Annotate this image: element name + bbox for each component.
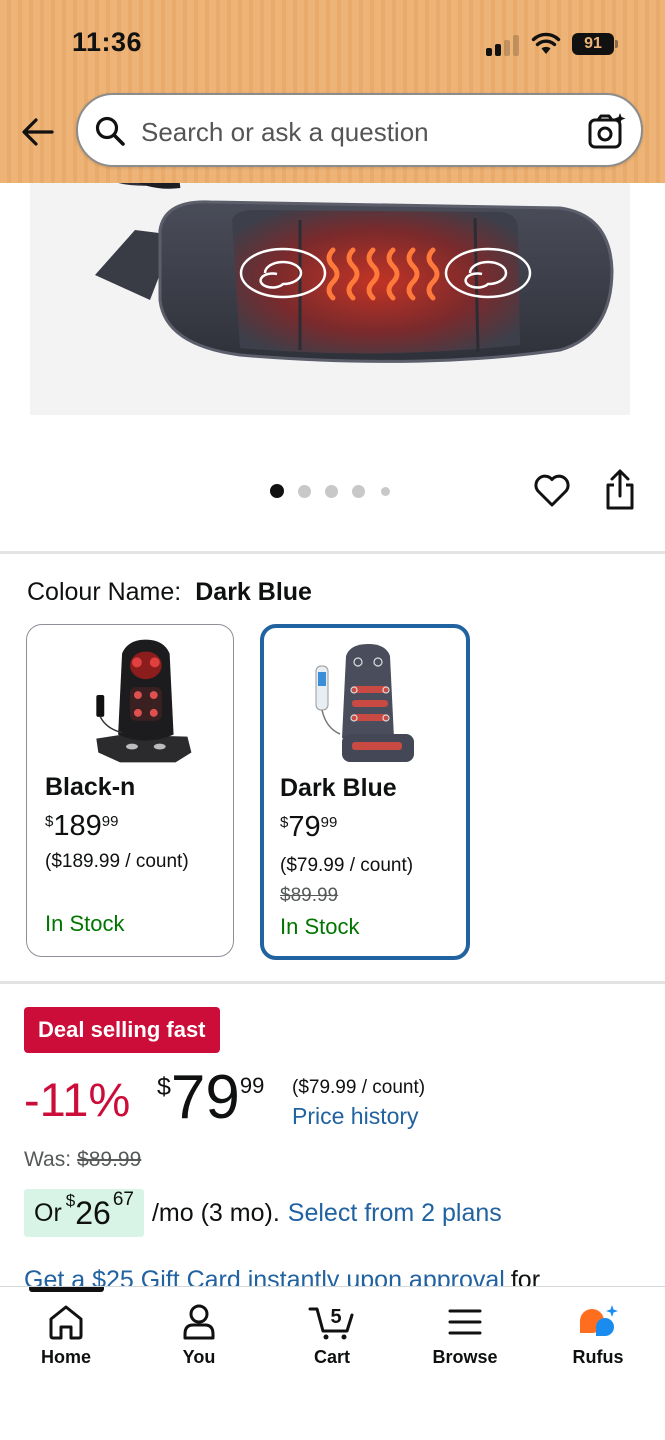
variant-name: Dark Blue bbox=[280, 774, 397, 802]
search-input[interactable]: Search or ask a question bbox=[141, 117, 429, 148]
nav-home[interactable]: Home bbox=[11, 1303, 121, 1368]
currency-symbol: $ bbox=[45, 813, 54, 830]
section-divider bbox=[0, 981, 665, 984]
currency-symbol: $ bbox=[65, 1190, 76, 1210]
variant-unit-price: ($79.99 / count) bbox=[280, 855, 414, 876]
variant-name: Black-n bbox=[45, 773, 136, 801]
variant-stock-status: In Stock bbox=[280, 914, 360, 939]
price-cents: 99 bbox=[101, 813, 119, 830]
discount-percent: -11% bbox=[24, 1073, 131, 1126]
carousel-dot[interactable] bbox=[325, 485, 338, 498]
unit-price: ($79.99 / count) bbox=[292, 1077, 426, 1098]
cart-icon: 5 bbox=[308, 1306, 354, 1340]
search-bar[interactable]: Search or ask a question bbox=[76, 93, 643, 167]
active-tab-indicator bbox=[29, 1287, 104, 1292]
rufus-icon bbox=[580, 1305, 618, 1336]
nav-label: Browse bbox=[432, 1347, 498, 1367]
price-history-link[interactable]: Price history bbox=[292, 1103, 419, 1130]
variant-price: $18999 bbox=[45, 810, 118, 843]
colour-label: Colour Name: bbox=[27, 578, 182, 606]
nav-rufus[interactable]: Rufus bbox=[543, 1303, 653, 1368]
variant-was-price: $89.99 bbox=[280, 885, 339, 906]
cellular-signal-icon bbox=[486, 34, 520, 56]
installment-row: Or $26 67 /mo (3 mo). Select from 2 plans bbox=[24, 1189, 502, 1237]
colour-name-row: Colour Name: Dark Blue bbox=[27, 578, 312, 607]
select-plans-link[interactable]: Select from 2 plans bbox=[288, 1199, 502, 1228]
nav-label: Cart bbox=[313, 1347, 350, 1367]
deal-badge: Deal selling fast bbox=[24, 1007, 220, 1053]
price-cents: 99 bbox=[320, 814, 338, 831]
variant-thumbnail bbox=[315, 644, 414, 762]
nav-label: Rufus bbox=[572, 1347, 624, 1367]
nav-label: Home bbox=[40, 1347, 91, 1367]
installment-prefix: Or bbox=[34, 1198, 62, 1227]
app-header: 11:36 91 Search or ask a question bbox=[0, 0, 665, 183]
bottom-navigation: Home You 5 Cart Browse Rufus bbox=[0, 1286, 665, 1440]
carousel-dot[interactable] bbox=[381, 487, 390, 496]
section-divider bbox=[0, 551, 665, 554]
installment-whole: 26 bbox=[75, 1194, 111, 1231]
currency-symbol: $ bbox=[157, 1073, 171, 1101]
variant-swatch-dark-blue[interactable]: Dark Blue $7999 ($79.99 / count) $89.99 … bbox=[260, 624, 470, 960]
variant-unit-price: ($189.99 / count) bbox=[45, 851, 189, 872]
was-price-row: Was: $89.99 bbox=[24, 1148, 141, 1172]
colour-value: Dark Blue bbox=[195, 578, 312, 606]
main-price: $7999 bbox=[157, 1067, 264, 1129]
battery-icon: 91 bbox=[572, 33, 614, 55]
home-icon bbox=[49, 1305, 83, 1340]
search-icon[interactable] bbox=[94, 115, 126, 147]
product-image[interactable] bbox=[0, 160, 665, 430]
cart-count-badge: 5 bbox=[330, 1306, 341, 1328]
price-cents: 99 bbox=[239, 1073, 265, 1098]
price-whole: 79 bbox=[288, 811, 321, 843]
heart-icon[interactable] bbox=[532, 470, 572, 510]
was-label: Was: bbox=[24, 1148, 72, 1171]
price-whole: 79 bbox=[170, 1063, 240, 1132]
variant-stock-status: In Stock bbox=[45, 911, 125, 936]
variant-swatch-black[interactable]: Black-n $18999 ($189.99 / count) In Stoc… bbox=[26, 624, 234, 957]
variant-thumbnail bbox=[96, 639, 192, 763]
back-arrow-icon[interactable] bbox=[18, 112, 58, 152]
installment-amount: $26 67 bbox=[66, 1189, 134, 1232]
wifi-icon bbox=[531, 32, 561, 54]
installment-cents: 67 bbox=[112, 1188, 134, 1210]
installment-amount-pill: Or $26 67 bbox=[24, 1189, 144, 1237]
share-icon[interactable] bbox=[600, 468, 640, 512]
nav-you[interactable]: You bbox=[144, 1303, 254, 1368]
heated-seat-cushion-image bbox=[0, 160, 665, 430]
installment-suffix: /mo (3 mo). bbox=[151, 1198, 280, 1227]
menu-icon bbox=[448, 1309, 482, 1335]
person-icon bbox=[183, 1304, 215, 1340]
nav-label: You bbox=[182, 1347, 216, 1367]
nav-browse[interactable]: Browse bbox=[410, 1303, 520, 1368]
camera-search-icon[interactable] bbox=[587, 112, 627, 150]
variant-price: $7999 bbox=[280, 811, 337, 844]
carousel-dot[interactable] bbox=[270, 484, 284, 498]
carousel-dot[interactable] bbox=[352, 485, 365, 498]
nav-cart[interactable]: 5 Cart bbox=[277, 1303, 387, 1368]
currency-symbol: $ bbox=[280, 814, 289, 831]
carousel-dot[interactable] bbox=[298, 485, 311, 498]
price-whole: 189 bbox=[53, 810, 102, 842]
was-price: $89.99 bbox=[77, 1148, 142, 1171]
status-time: 11:36 bbox=[72, 27, 143, 57]
battery-tip bbox=[615, 40, 618, 48]
